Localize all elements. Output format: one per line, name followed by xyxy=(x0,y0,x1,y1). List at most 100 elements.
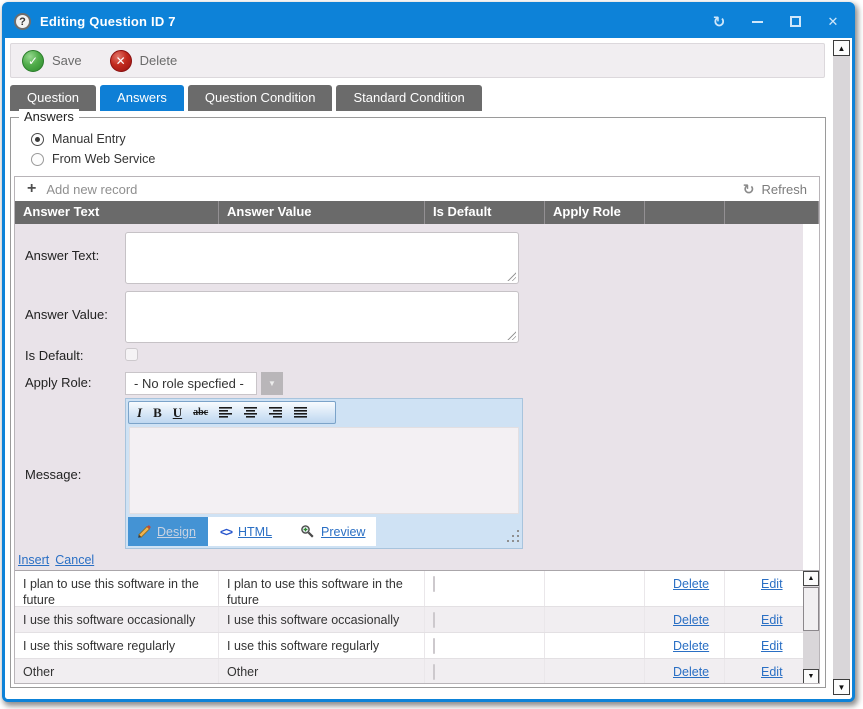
html-mode-label: HTML xyxy=(238,525,272,539)
main-toolbar: ✓ Save ✕ Delete xyxy=(10,43,825,78)
answers-grid: + Add new record ↻ Refresh Answer Text A… xyxy=(14,176,820,684)
cell-edit: Edit xyxy=(725,633,803,658)
resize-grip-icon[interactable] xyxy=(512,535,514,537)
delete-link[interactable]: Delete xyxy=(673,665,709,679)
underline-icon[interactable]: U xyxy=(173,406,182,419)
tab-answers[interactable]: Answers xyxy=(100,85,184,111)
answer-value-label: Answer Value: xyxy=(25,307,108,322)
cancel-link[interactable]: Cancel xyxy=(55,553,94,567)
add-new-record-button[interactable]: Add new record xyxy=(46,182,137,197)
align-center-icon[interactable] xyxy=(244,407,258,418)
form-actions: Insert Cancel xyxy=(18,553,94,567)
row-is-default-checkbox[interactable] xyxy=(433,576,435,592)
save-button[interactable]: ✓ Save xyxy=(22,50,82,72)
column-header-is-default[interactable]: Is Default xyxy=(425,201,545,224)
row-is-default-checkbox[interactable] xyxy=(433,664,435,680)
tab-standard-condition[interactable]: Standard Condition xyxy=(336,85,481,111)
editor-mode-preview[interactable]: Preview xyxy=(300,517,365,546)
cell-answer-value: I use this software regularly xyxy=(219,633,425,658)
align-left-icon[interactable] xyxy=(219,407,233,418)
radio-unselected-icon xyxy=(31,153,44,166)
cell-answer-text: Other xyxy=(15,659,219,683)
column-header-apply-role[interactable]: Apply Role xyxy=(545,201,645,224)
design-mode-label: Design xyxy=(157,525,196,539)
grid-header: Answer Text Answer Value Is Default Appl… xyxy=(15,201,819,224)
cell-edit: Edit xyxy=(725,607,803,632)
radio-manual-entry[interactable]: Manual Entry xyxy=(31,132,126,146)
main-scroll-up-icon[interactable]: ▲ xyxy=(833,40,850,56)
grid-rows: I plan to use this software in the futur… xyxy=(15,570,819,683)
refresh-label: Refresh xyxy=(761,182,807,197)
refresh-grid-button[interactable]: ↻ Refresh xyxy=(743,181,807,198)
cell-edit: Edit xyxy=(725,659,803,683)
delete-link[interactable]: Delete xyxy=(673,639,709,653)
refresh-icon: ↻ xyxy=(743,181,755,198)
table-row: I plan to use this software in the futur… xyxy=(15,571,803,607)
cell-answer-value: I plan to use this software in the futur… xyxy=(219,571,425,606)
delete-label: Delete xyxy=(140,53,178,68)
edit-link[interactable]: Edit xyxy=(761,665,783,679)
cell-delete: Delete xyxy=(645,571,725,606)
radio-from-web-service-label: From Web Service xyxy=(52,152,155,166)
insert-link[interactable]: Insert xyxy=(18,553,49,567)
plus-icon: + xyxy=(27,181,36,197)
edit-link[interactable]: Edit xyxy=(761,613,783,627)
delete-link[interactable]: Delete xyxy=(673,613,709,627)
dialog-window: ? Editing Question ID 7 ↻ ✕ ✓ Save ✕ Del… xyxy=(2,2,855,702)
editor-mode-html[interactable]: <> HTML xyxy=(220,517,272,546)
chevron-down-icon[interactable]: ▼ xyxy=(261,372,283,395)
grid-scrollbar[interactable]: ▲ ▼ xyxy=(803,571,819,683)
answer-text-label: Answer Text: xyxy=(25,248,99,263)
tab-question[interactable]: Question xyxy=(10,85,96,111)
is-default-checkbox[interactable] xyxy=(125,348,138,361)
cell-is-default xyxy=(425,607,545,632)
grid-scroll-down-icon[interactable]: ▼ xyxy=(803,669,819,683)
magnifier-icon xyxy=(300,524,315,539)
radio-from-web-service[interactable]: From Web Service xyxy=(31,152,155,166)
apply-role-select[interactable]: - No role specfied - xyxy=(125,372,257,395)
maximize-icon[interactable] xyxy=(788,15,802,29)
refresh-window-icon[interactable]: ↻ xyxy=(712,15,726,29)
column-header-answer-value[interactable]: Answer Value xyxy=(219,201,425,224)
minimize-icon[interactable] xyxy=(750,15,764,29)
align-justify-icon[interactable] xyxy=(294,407,308,418)
edit-link[interactable]: Edit xyxy=(761,639,783,653)
cell-answer-text: I plan to use this software in the futur… xyxy=(15,571,219,606)
italic-icon[interactable]: I xyxy=(137,406,142,419)
cell-apply-role xyxy=(545,659,645,683)
grid-scroll-up-icon[interactable]: ▲ xyxy=(803,571,819,586)
is-default-label: Is Default: xyxy=(25,348,84,363)
answers-groupbox: Answers Manual Entry From Web Service + … xyxy=(10,117,826,688)
main-scrollbar[interactable]: ▲ ▼ xyxy=(833,40,850,695)
answer-text-input[interactable] xyxy=(125,232,519,284)
editor-canvas[interactable] xyxy=(129,427,519,514)
close-icon[interactable]: ✕ xyxy=(826,15,840,29)
code-icon: <> xyxy=(220,525,232,539)
column-header-empty-2 xyxy=(725,201,819,224)
tab-question-condition[interactable]: Question Condition xyxy=(188,85,333,111)
row-is-default-checkbox[interactable] xyxy=(433,612,435,628)
grid-scroll-thumb[interactable] xyxy=(803,587,819,631)
editor-mode-design[interactable]: Design xyxy=(128,517,208,546)
preview-mode-label: Preview xyxy=(321,525,365,539)
window-title: Editing Question ID 7 xyxy=(40,14,176,29)
groupbox-legend: Answers xyxy=(19,109,79,124)
bold-icon[interactable]: B xyxy=(153,406,162,419)
column-header-answer-text[interactable]: Answer Text xyxy=(15,201,219,224)
cell-answer-text: I use this software occasionally xyxy=(15,607,219,632)
cell-is-default xyxy=(425,571,545,606)
message-label: Message: xyxy=(25,467,81,482)
dialog-content: ✓ Save ✕ Delete Question Answers Questio… xyxy=(5,38,852,699)
delete-button[interactable]: ✕ Delete xyxy=(110,50,178,72)
delete-link[interactable]: Delete xyxy=(673,577,709,591)
align-right-icon[interactable] xyxy=(269,407,283,418)
editor-format-toolbar: I B U abc xyxy=(128,401,336,424)
edit-link[interactable]: Edit xyxy=(761,577,783,591)
strikethrough-icon[interactable]: abc xyxy=(193,408,208,418)
help-icon[interactable]: ? xyxy=(14,13,31,30)
cell-apply-role xyxy=(545,607,645,632)
editor-mode-bar: Design <> HTML Preview xyxy=(128,517,522,546)
answer-value-input[interactable] xyxy=(125,291,519,343)
row-is-default-checkbox[interactable] xyxy=(433,638,435,654)
main-scroll-down-icon[interactable]: ▼ xyxy=(833,679,850,695)
